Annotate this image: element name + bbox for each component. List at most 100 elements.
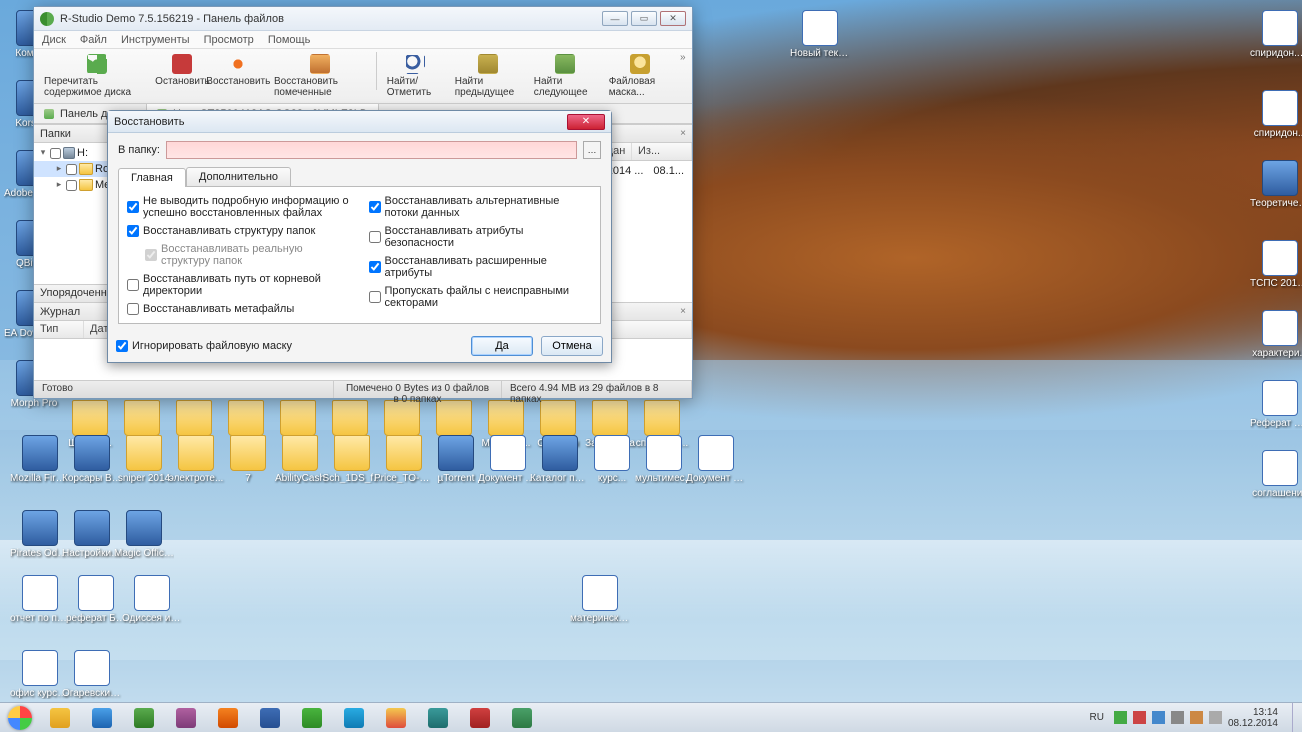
taskbar-explorer-button[interactable] bbox=[40, 704, 80, 732]
menu-view[interactable]: Просмотр bbox=[204, 34, 254, 46]
tray-icon[interactable] bbox=[1114, 711, 1127, 724]
desktop-icon[interactable] bbox=[320, 400, 380, 438]
desktop-icon[interactable]: характери... bbox=[1250, 310, 1302, 359]
tray-icon[interactable] bbox=[1190, 711, 1203, 724]
option-checkbox[interactable]: Не выводить подробную информацию о успеш… bbox=[127, 195, 351, 219]
ignore-mask-option[interactable]: Игнорировать файловую маску bbox=[116, 340, 463, 352]
menu-tools[interactable]: Инструменты bbox=[121, 34, 190, 46]
content-close-icon[interactable]: × bbox=[680, 128, 686, 139]
desktop-icon[interactable]: отчет по практике ... bbox=[10, 575, 70, 624]
desktop-icon[interactable]: Настройки для Корсар... bbox=[62, 510, 122, 559]
desktop-icon[interactable]: Документ Microsoft ... bbox=[478, 435, 538, 484]
menu-disk[interactable]: Диск bbox=[42, 34, 66, 46]
desktop-icon[interactable]: Price_TO-M... bbox=[374, 435, 434, 484]
desktop-icon[interactable] bbox=[164, 400, 224, 438]
desktop-icon[interactable]: материнские платы курс... bbox=[570, 575, 630, 624]
toolbar-rec-button[interactable]: Восстановить bbox=[209, 52, 268, 89]
desktop-icon[interactable]: Каталог программ ... bbox=[530, 435, 590, 484]
desktop-icon[interactable]: офис курсов... bbox=[10, 650, 70, 699]
option-checkbox[interactable]: Восстанавливать путь от корневой директо… bbox=[127, 273, 351, 297]
tray-icon[interactable] bbox=[1171, 711, 1184, 724]
desktop-icon[interactable]: Теоретиче... экзамен ... bbox=[1250, 160, 1302, 209]
minimize-button[interactable]: — bbox=[602, 11, 628, 26]
toolbar-refresh-button[interactable]: Перечитать содержимое диска bbox=[38, 52, 156, 100]
system-tray[interactable]: RU 13:14 08.12.2014 bbox=[1077, 707, 1292, 729]
taskbar-ie-button[interactable] bbox=[82, 704, 122, 732]
titlebar[interactable]: R-Studio Demo 7.5.156219 - Панель файлов… bbox=[34, 7, 692, 31]
journal-close-icon[interactable]: × bbox=[680, 306, 686, 317]
taskbar-chrome-button[interactable] bbox=[376, 704, 416, 732]
toolbar-prev-button[interactable]: Найти предыдущее bbox=[449, 52, 528, 100]
desktop-icon[interactable]: Одиссея исправлен... bbox=[122, 575, 182, 624]
taskbar-utorrent-button[interactable] bbox=[292, 704, 332, 732]
toolbar-overflow-button[interactable]: » bbox=[678, 52, 688, 63]
desktop-icon[interactable] bbox=[216, 400, 276, 438]
dialog-titlebar[interactable]: Восстановить ✕ bbox=[108, 111, 611, 133]
menu-help[interactable]: Помощь bbox=[268, 34, 311, 46]
to-folder-input[interactable] bbox=[166, 141, 577, 159]
taskbar-word-button[interactable] bbox=[250, 704, 290, 732]
ignore-mask-checkbox[interactable] bbox=[116, 340, 128, 352]
option-checkbox[interactable]: Восстанавливать атрибуты безопасности bbox=[369, 225, 593, 249]
option-checkbox[interactable]: Восстанавливать метафайлы bbox=[127, 303, 351, 315]
desktop-icon[interactable] bbox=[268, 400, 328, 438]
clock[interactable]: 13:14 08.12.2014 bbox=[1228, 707, 1284, 729]
toolbar-mask-button[interactable]: Файловая маска... bbox=[603, 52, 678, 100]
desktop-icon[interactable]: Magic Office Recovery bbox=[114, 510, 174, 559]
desktop-icon[interactable]: Pirates Odyssey.To... bbox=[10, 510, 70, 559]
taskbar-app3-button[interactable] bbox=[502, 704, 542, 732]
desktop-icon[interactable] bbox=[372, 400, 432, 438]
desktop-icon[interactable]: соглашение bbox=[1250, 450, 1302, 499]
desktop-icon[interactable]: Sch_1DS_f... bbox=[322, 435, 382, 484]
desktop-icon[interactable]: спиридон... (4) bbox=[1250, 10, 1302, 59]
option-checkbox[interactable]: Пропускать файлы с неисправными секторам… bbox=[369, 285, 593, 309]
desktop-icon[interactable]: курс... bbox=[582, 435, 642, 484]
desktop-icon[interactable]: Mozilla Firefox bbox=[10, 435, 70, 484]
desktop-icon[interactable]: Огаревские чтения bbox=[62, 650, 122, 699]
desktop-icon[interactable]: AbilityCash bbox=[270, 435, 330, 484]
taskbar-app2-button[interactable] bbox=[460, 704, 500, 732]
toolbar-recm-button[interactable]: Восстановить помеченные bbox=[268, 52, 372, 100]
dialog-close-button[interactable]: ✕ bbox=[567, 114, 605, 130]
desktop-icon[interactable]: электроте... bbox=[166, 435, 226, 484]
toolbar-next-button[interactable]: Найти следующее bbox=[528, 52, 603, 100]
desktop-icon[interactable]: Реферат Спиридон... bbox=[1250, 380, 1302, 429]
desktop-icon[interactable]: sniper 2014 bbox=[114, 435, 174, 484]
close-button[interactable]: ✕ bbox=[660, 11, 686, 26]
lang-indicator[interactable]: RU bbox=[1085, 711, 1107, 724]
option-checkbox[interactable]: Восстанавливать структуру папок bbox=[127, 225, 351, 237]
toolbar-stop-button[interactable]: Остановить bbox=[156, 52, 208, 89]
option-checkbox[interactable]: Восстанавливать альтернативные потоки да… bbox=[369, 195, 593, 219]
menu-file[interactable]: Файл bbox=[80, 34, 107, 46]
option-checkbox[interactable]: Восстанавливать расширенные атрибуты bbox=[369, 255, 593, 279]
start-button[interactable] bbox=[0, 703, 40, 732]
tab-main[interactable]: Главная bbox=[118, 168, 186, 187]
taskbar-winrar-button[interactable] bbox=[166, 704, 206, 732]
taskbar-rstudio-button[interactable] bbox=[124, 704, 164, 732]
desktop-icon[interactable]: Новый тексто... bbox=[790, 10, 850, 59]
taskbar-app1-button[interactable] bbox=[418, 704, 458, 732]
show-desktop-button[interactable] bbox=[1292, 703, 1302, 732]
taskbar-firefox-button[interactable] bbox=[208, 704, 248, 732]
tray-icon[interactable] bbox=[1133, 711, 1146, 724]
file-icon bbox=[22, 435, 58, 471]
tray-icon[interactable] bbox=[1152, 711, 1165, 724]
desktop-icon[interactable]: ТСПС 2013... bbox=[1250, 240, 1302, 289]
taskbar-skype-button[interactable] bbox=[334, 704, 374, 732]
ok-button[interactable]: Да bbox=[471, 336, 533, 356]
desktop-icon[interactable]: µTorrent bbox=[426, 435, 486, 484]
desktop-icon[interactable]: 7 bbox=[218, 435, 278, 484]
browse-button[interactable]: … bbox=[583, 141, 601, 159]
desktop-icon[interactable]: мультимес... bbox=[634, 435, 694, 484]
desktop-icon[interactable] bbox=[112, 400, 172, 438]
desktop-icon[interactable]: реферат БЖД bbox=[66, 575, 126, 624]
tray-volume-icon[interactable] bbox=[1209, 711, 1222, 724]
desktop-icon[interactable]: Корсары В... легенды ... bbox=[62, 435, 122, 484]
desktop-icon[interactable]: спиридон... bbox=[1250, 90, 1302, 139]
cancel-button[interactable]: Отмена bbox=[541, 336, 603, 356]
toolbar-find-button[interactable]: Найти/Отметить bbox=[381, 52, 449, 100]
maximize-button[interactable]: ▭ bbox=[631, 11, 657, 26]
tab-extra[interactable]: Дополнительно bbox=[186, 167, 291, 186]
file-icon bbox=[540, 400, 576, 436]
desktop-icon[interactable]: Документ Microsoft bbox=[686, 435, 746, 484]
